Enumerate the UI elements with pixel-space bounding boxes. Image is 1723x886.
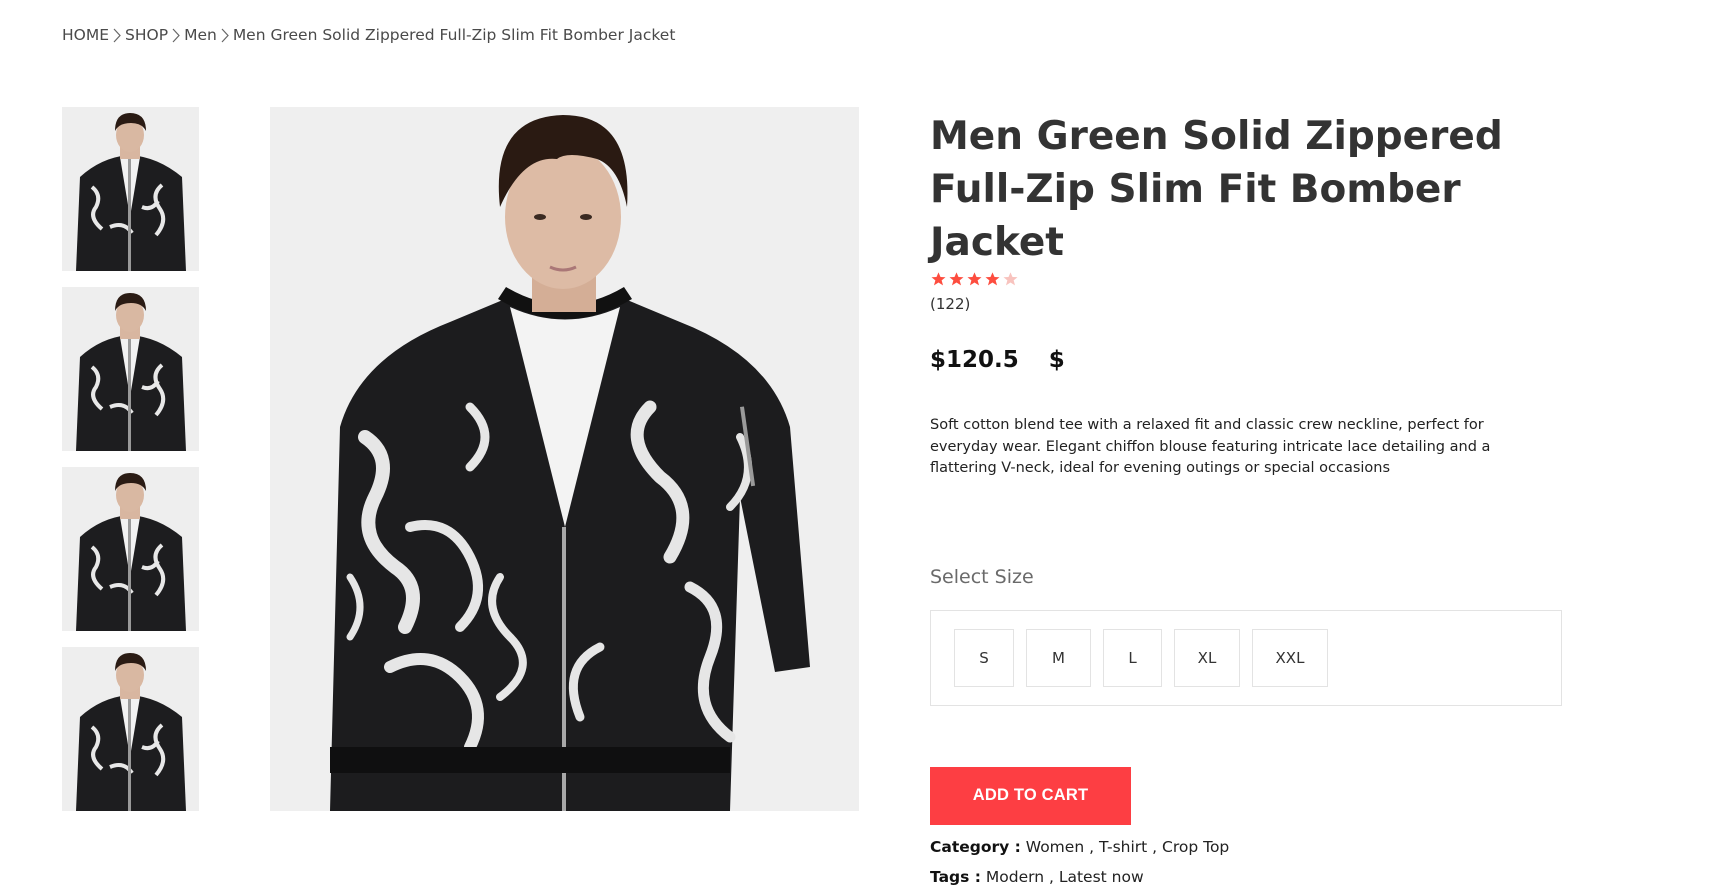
main-product-image[interactable]	[270, 107, 859, 811]
chevron-right-icon	[113, 28, 121, 43]
star-icon	[949, 272, 964, 286]
breadcrumb-current: Men Green Solid Zippered Full-Zip Slim F…	[232, 26, 676, 44]
model-jacket-image	[270, 107, 859, 811]
category-link-crop-top[interactable]: Crop Top	[1162, 838, 1229, 856]
price-row: $120.5 $	[930, 347, 1570, 373]
size-option-xxl[interactable]: XXL	[1252, 628, 1328, 687]
size-option-l[interactable]: L	[1103, 628, 1162, 687]
product-tags: Tags : Modern , Latest now	[930, 867, 1144, 886]
breadcrumb: HOME SHOP Men Men Green Solid Zippered F…	[62, 26, 675, 44]
category-link-tshirt[interactable]: T-shirt	[1099, 838, 1147, 856]
breadcrumb-shop[interactable]: SHOP	[125, 26, 168, 44]
product-thumbnail[interactable]	[62, 467, 199, 631]
thumbnail-gallery	[62, 107, 199, 811]
chevron-right-icon	[172, 28, 180, 43]
product-info-panel: Men Green Solid Zippered Full-Zip Slim F…	[930, 110, 1570, 886]
model-jacket-image	[62, 287, 199, 451]
size-option-m[interactable]: M	[1026, 628, 1091, 687]
review-count: (122)	[930, 295, 971, 313]
breadcrumb-men[interactable]: Men	[184, 26, 217, 44]
product-description: Soft cotton blend tee with a relaxed fit…	[930, 417, 1491, 476]
category-label: Category :	[930, 837, 1021, 856]
tags-label: Tags :	[930, 867, 981, 886]
category-link-women[interactable]: Women	[1026, 838, 1084, 856]
model-jacket-image	[62, 647, 199, 811]
size-option-xl[interactable]: XL	[1174, 628, 1240, 687]
price-currency: $	[1048, 347, 1065, 373]
size-selector: S M L XL XXL	[930, 609, 1562, 706]
select-size-label: Select Size	[930, 565, 1034, 588]
add-to-cart-button[interactable]: ADD TO CART	[930, 766, 1131, 825]
product-price: $120.5	[930, 347, 1019, 373]
tag-link-latest-now[interactable]: Latest now	[1059, 868, 1144, 886]
star-icon	[1003, 272, 1018, 286]
star-icon	[931, 272, 946, 286]
size-option-s[interactable]: S	[954, 628, 1014, 687]
product-thumbnail[interactable]	[62, 107, 199, 271]
product-thumbnail[interactable]	[62, 287, 199, 451]
product-title: Men Green Solid Zippered Full-Zip Slim F…	[930, 114, 1503, 265]
model-jacket-image	[62, 107, 199, 271]
model-jacket-image	[62, 467, 199, 631]
breadcrumb-home[interactable]: HOME	[62, 26, 109, 44]
tag-link-modern[interactable]: Modern	[986, 868, 1044, 886]
star-icon	[985, 272, 1000, 286]
product-categories: Category : Women , T-shirt , Crop Top	[930, 837, 1230, 856]
chevron-right-icon	[221, 28, 229, 43]
star-icon	[967, 272, 982, 286]
star-rating	[930, 271, 1570, 287]
product-thumbnail[interactable]	[62, 647, 199, 811]
